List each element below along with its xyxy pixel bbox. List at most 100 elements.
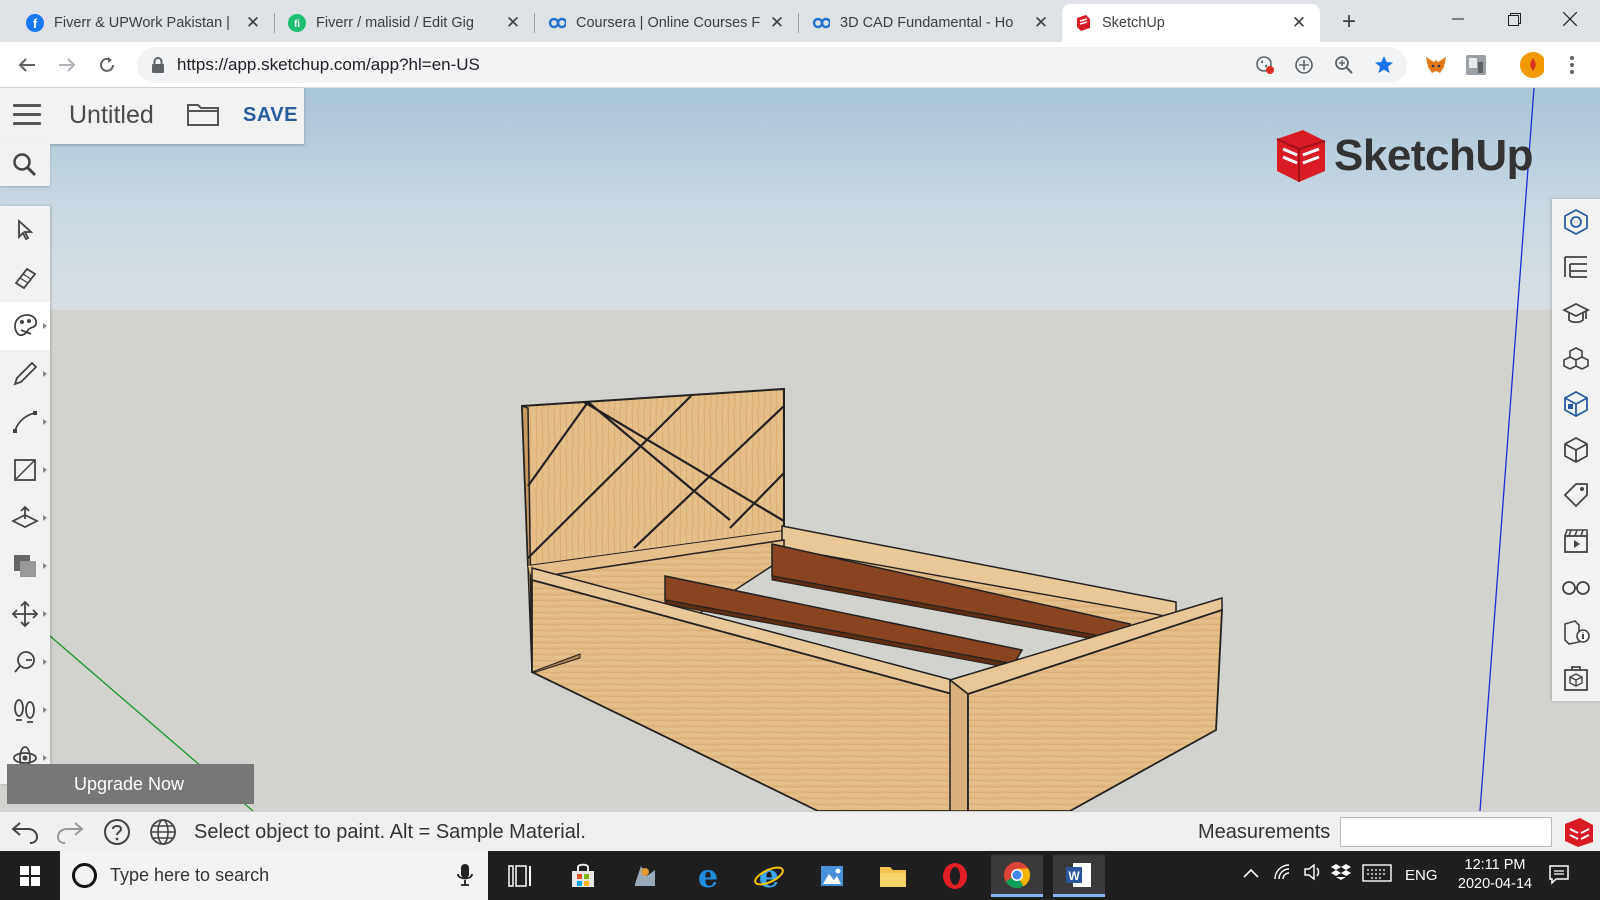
start-button[interactable]: [10, 861, 50, 891]
display-button[interactable]: [1552, 564, 1600, 610]
pencil-tool[interactable]: [0, 350, 50, 398]
browser-tab-sketchup[interactable]: SketchUp ✕: [1062, 4, 1320, 42]
tab-separator: [274, 13, 275, 33]
new-tab-button[interactable]: +: [1335, 8, 1363, 36]
taskbar-chrome[interactable]: [991, 855, 1043, 897]
push-pull-tool[interactable]: [0, 494, 50, 542]
taskbar-maps-app[interactable]: [619, 855, 671, 897]
document-title[interactable]: Untitled: [69, 101, 154, 130]
language-button[interactable]: [148, 818, 178, 846]
chrome-menu-icon[interactable]: [1560, 53, 1584, 77]
arc-icon: [13, 411, 37, 433]
search-button[interactable]: [0, 144, 50, 186]
open-folder-button[interactable]: [186, 101, 220, 129]
help-button[interactable]: [102, 818, 132, 846]
components-button[interactable]: [1552, 336, 1600, 382]
fiverr-icon: fi: [288, 14, 306, 32]
eraser-tool[interactable]: [0, 254, 50, 302]
tags-button[interactable]: [1552, 473, 1600, 519]
microphone-icon[interactable]: [456, 863, 474, 887]
svg-text:e: e: [698, 861, 718, 891]
close-tab-icon[interactable]: ✕: [244, 13, 262, 32]
close-tab-icon[interactable]: ✕: [504, 13, 522, 32]
browser-tab-coursera[interactable]: Coursera | Online Courses F ✕: [536, 4, 798, 42]
hamburger-menu-icon[interactable]: [13, 104, 41, 126]
minimize-icon: [1452, 18, 1464, 20]
restore-button[interactable]: [1486, 0, 1542, 38]
taskbar-store[interactable]: [557, 855, 609, 897]
opera-icon: [943, 863, 967, 889]
svg-text:e: e: [759, 861, 779, 891]
select-tool[interactable]: [0, 206, 50, 254]
sketchup-status-icon[interactable]: [1562, 816, 1596, 848]
3d-warehouse-button[interactable]: [1552, 655, 1600, 701]
blocked-cookies-icon[interactable]: [1254, 54, 1276, 76]
clock-date: 2020-04-14: [1457, 876, 1533, 892]
reload-button[interactable]: [93, 51, 121, 79]
materials-button[interactable]: [1552, 381, 1600, 427]
volume-icon[interactable]: [1303, 863, 1323, 885]
url-text[interactable]: https://app.sketchup.com/app?hl=en-US: [177, 55, 480, 75]
install-app-icon[interactable]: [1293, 54, 1315, 76]
rectangle-tool[interactable]: [0, 446, 50, 494]
move-tool[interactable]: [0, 590, 50, 638]
close-window-button[interactable]: [1542, 0, 1598, 38]
extension-icon[interactable]: [1464, 53, 1488, 77]
address-bar[interactable]: https://app.sketchup.com/app?hl=en-US: [137, 47, 1407, 83]
undo-button[interactable]: [10, 818, 40, 846]
taskbar-photos-app[interactable]: [806, 855, 858, 897]
push-pull-icon: [11, 505, 39, 529]
solar-button[interactable]: [1552, 609, 1600, 655]
taskbar-file-explorer[interactable]: [867, 855, 919, 897]
system-clock[interactable]: 12:11 PM 2020-04-14: [1455, 856, 1535, 894]
instructor-button[interactable]: [1552, 290, 1600, 336]
arc-tool[interactable]: [0, 398, 50, 446]
notifications-icon[interactable]: [1548, 863, 1570, 889]
dropbox-icon[interactable]: [1331, 863, 1351, 885]
tape-measure-tool[interactable]: [0, 638, 50, 686]
tray-overflow-icon[interactable]: [1243, 865, 1259, 882]
walk-tool[interactable]: [0, 686, 50, 734]
minimize-button[interactable]: [1430, 0, 1486, 38]
taskbar-opera[interactable]: [929, 855, 981, 897]
task-view-button[interactable]: [494, 855, 546, 897]
bed-model[interactable]: [0, 88, 1600, 811]
metamask-icon[interactable]: [1424, 53, 1448, 77]
redo-button[interactable]: [55, 818, 85, 846]
styles-button[interactable]: [1552, 427, 1600, 473]
browser-tab-3d-cad[interactable]: 3D CAD Fundamental - Ho ✕: [800, 4, 1062, 42]
save-button[interactable]: SAVE: [243, 104, 298, 127]
bookmark-star-icon[interactable]: [1373, 54, 1395, 76]
forward-button[interactable]: [53, 51, 81, 79]
solar-icon: [1564, 620, 1590, 646]
scenes-button[interactable]: [1552, 518, 1600, 564]
input-language[interactable]: ENG: [1405, 867, 1438, 884]
taskbar-edge[interactable]: e: [682, 855, 734, 897]
zoom-icon[interactable]: [1333, 54, 1355, 76]
paint-bucket-tool[interactable]: [0, 302, 50, 350]
keyboard-icon[interactable]: [1362, 864, 1392, 886]
measurements-input[interactable]: [1340, 817, 1552, 847]
close-tab-icon[interactable]: ✕: [1032, 13, 1050, 32]
browser-tab-facebook[interactable]: f Fiverr & UPWork Pakistan | ✕: [14, 4, 274, 42]
profile-avatar-icon[interactable]: [1520, 52, 1544, 78]
app-top-bar: Untitled SAVE: [0, 88, 304, 144]
measurements-label: Measurements: [1198, 821, 1331, 843]
3d-warehouse-icon: [1564, 665, 1588, 691]
entity-info-button[interactable]: [1552, 199, 1600, 245]
close-icon: [1563, 12, 1577, 26]
browser-tab-fiverr[interactable]: fi Fiverr / malisid / Edit Gig ✕: [276, 4, 534, 42]
taskbar-internet-explorer[interactable]: e: [743, 855, 795, 897]
back-button[interactable]: [13, 51, 41, 79]
close-tab-icon[interactable]: ✕: [1290, 13, 1308, 32]
taskbar-search-box[interactable]: Type here to search: [60, 851, 488, 900]
close-tab-icon[interactable]: ✕: [768, 13, 786, 32]
offset-tool[interactable]: [0, 542, 50, 590]
wifi-icon[interactable]: [1273, 863, 1293, 885]
paint-bucket-icon: [14, 314, 38, 337]
blue-axis: [1479, 88, 1535, 811]
outliner-button[interactable]: [1552, 245, 1600, 291]
upgrade-now-button[interactable]: Upgrade Now: [7, 764, 254, 804]
taskbar-word[interactable]: W: [1053, 855, 1105, 897]
move-icon: [11, 600, 39, 628]
